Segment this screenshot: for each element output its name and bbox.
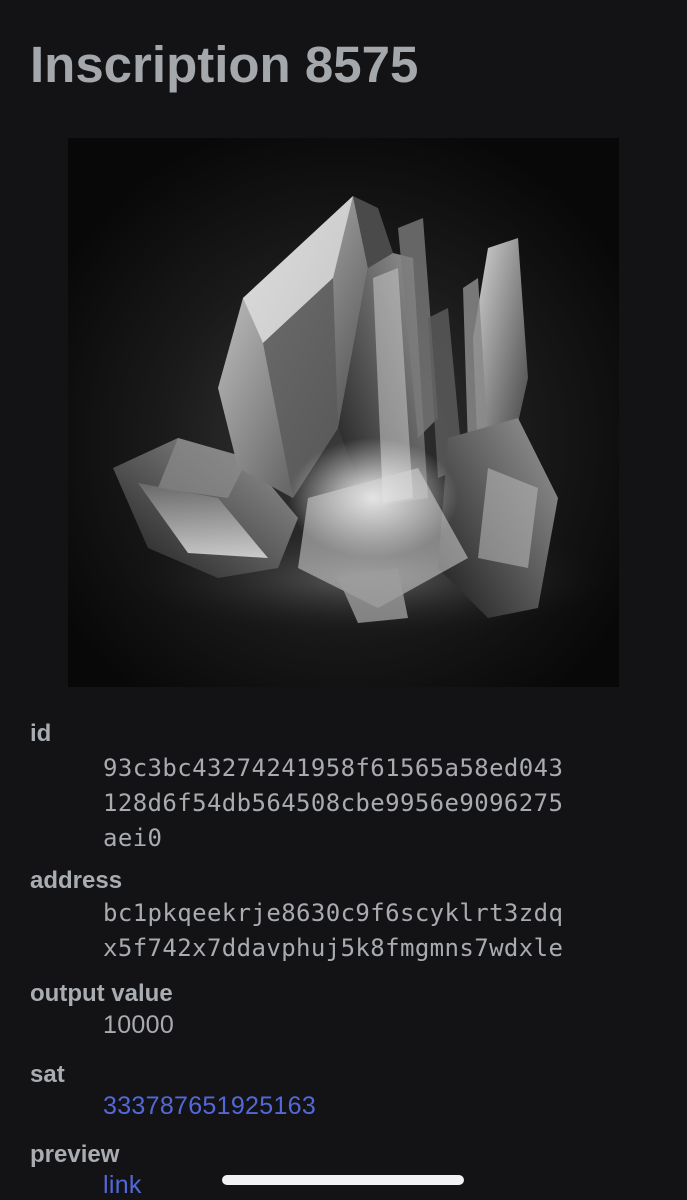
sat-link[interactable]: 333787651925163 xyxy=(103,1092,316,1120)
id-label: id xyxy=(30,720,52,747)
inscription-image[interactable] xyxy=(68,138,619,687)
sat-label: sat xyxy=(30,1061,65,1088)
preview-label: preview xyxy=(30,1141,120,1168)
address-value: bc1pkqeekrje8630c9f6scyklrt3zdq x5f742x7… xyxy=(103,896,663,966)
preview-link[interactable]: link xyxy=(103,1171,142,1199)
sat-value: 333787651925163 xyxy=(103,1089,663,1124)
page-title: Inscription 8575 xyxy=(30,36,419,93)
id-value-line: 93c3bc43274241958f61565a58ed043 xyxy=(103,754,564,782)
output-value-value: 10000 xyxy=(103,1011,175,1039)
address-value-line: bc1pkqeekrje8630c9f6scyklrt3zdq xyxy=(103,899,564,927)
home-indicator[interactable] xyxy=(222,1175,464,1185)
output-value-label: output value xyxy=(30,980,173,1007)
id-value: 93c3bc43274241958f61565a58ed043 128d6f54… xyxy=(103,751,663,856)
id-value-line: aei0 xyxy=(103,824,163,852)
address-label: address xyxy=(30,867,123,894)
crystal-illustration xyxy=(68,138,619,687)
id-value-line: 128d6f54db564508cbe9956e9096275 xyxy=(103,789,564,817)
address-value-line: x5f742x7ddavphuj5k8fmgmns7wdxle xyxy=(103,934,564,962)
